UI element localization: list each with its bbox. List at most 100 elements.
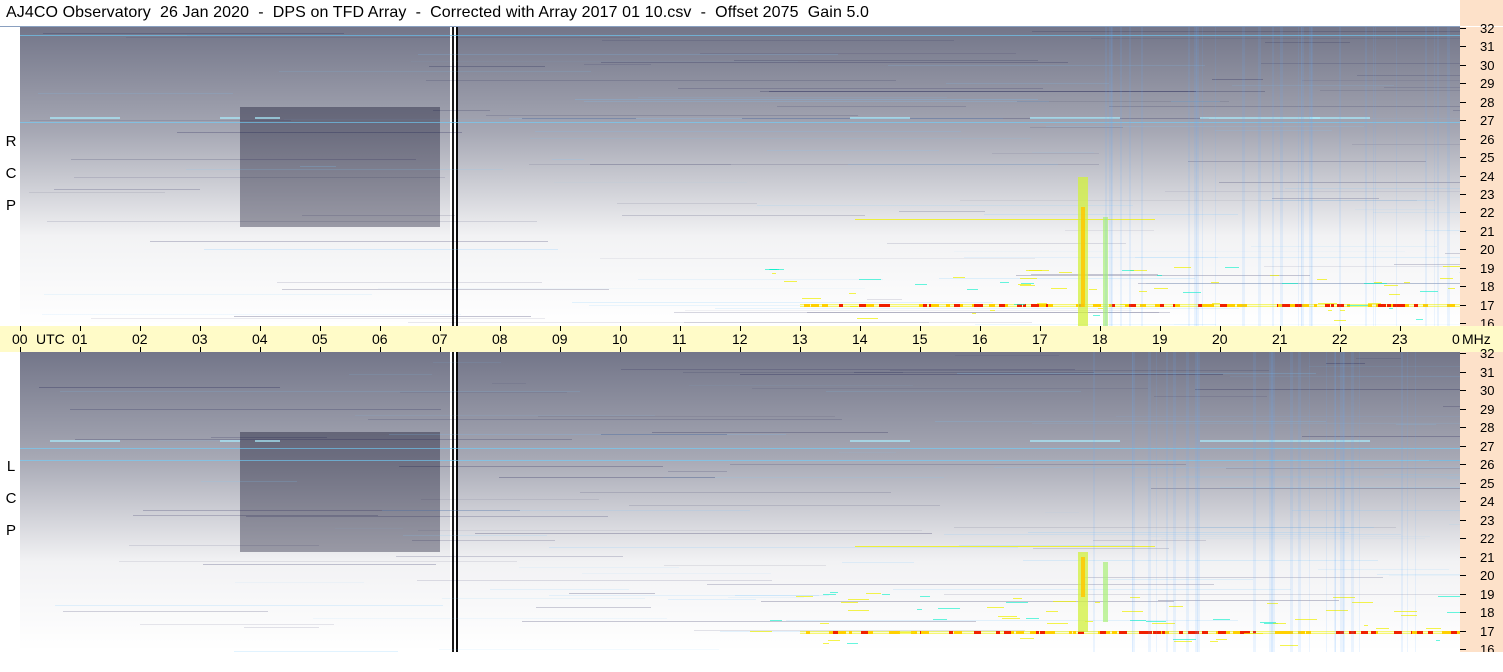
rfi-streak bbox=[486, 115, 858, 116]
signal-spot bbox=[220, 117, 240, 119]
rfi-streak bbox=[75, 439, 572, 440]
noise-storm-dot bbox=[859, 304, 867, 307]
noise-dash bbox=[1095, 602, 1100, 603]
rfi-streak bbox=[700, 53, 1016, 54]
rfi-streak bbox=[349, 374, 432, 375]
noise-storm-dot bbox=[822, 304, 828, 307]
rfi-streak bbox=[867, 299, 902, 300]
rfi-streak bbox=[429, 66, 545, 67]
column-striation bbox=[1326, 352, 1327, 652]
freq-tick bbox=[1460, 267, 1466, 269]
noise-storm-dot bbox=[1220, 304, 1227, 307]
time-label: 19 bbox=[1152, 331, 1168, 347]
noise-dash bbox=[823, 643, 829, 644]
rfi-streak bbox=[1158, 600, 1339, 601]
rfi-streak bbox=[1443, 406, 1460, 407]
freq-tick bbox=[1460, 120, 1466, 122]
rfi-streak bbox=[582, 573, 771, 574]
rfi-streak bbox=[638, 279, 883, 280]
time-label: 05 bbox=[312, 331, 328, 347]
freq-label: 24 bbox=[1480, 494, 1495, 509]
freq-tick bbox=[1460, 83, 1466, 85]
noise-dash bbox=[848, 610, 869, 611]
rfi-streak bbox=[368, 419, 842, 420]
rfi-streak bbox=[617, 203, 757, 204]
rfi-streak bbox=[584, 64, 651, 65]
column-striation bbox=[1340, 352, 1343, 652]
rfi-streak bbox=[668, 471, 727, 472]
rfi-streak bbox=[1449, 524, 1460, 525]
signal-spot bbox=[1200, 440, 1320, 442]
rfi-streak bbox=[399, 466, 663, 467]
rfi-streak bbox=[946, 83, 1109, 84]
noise-dash bbox=[857, 318, 878, 319]
noise-storm-dot bbox=[1412, 631, 1417, 634]
rfi-streak bbox=[1130, 477, 1460, 478]
rfi-streak bbox=[1135, 257, 1460, 258]
noise-dash bbox=[849, 293, 856, 294]
rfi-streak bbox=[60, 391, 580, 392]
rfi-streak bbox=[42, 314, 461, 315]
noise-dash bbox=[1093, 315, 1100, 316]
rfi-streak bbox=[1091, 38, 1460, 39]
column-striation bbox=[1258, 27, 1261, 326]
rfi-streak bbox=[71, 159, 416, 160]
freq-label: 25 bbox=[1480, 150, 1495, 166]
noise-dash bbox=[847, 643, 858, 644]
time-label: 18 bbox=[1092, 331, 1108, 347]
noise-storm-dot bbox=[1069, 631, 1072, 634]
rfi-streak bbox=[575, 99, 1038, 100]
noise-storm-dot bbox=[1445, 631, 1451, 634]
dark-region bbox=[240, 107, 440, 227]
time-label: 06 bbox=[372, 331, 388, 347]
noise-storm-dot bbox=[1284, 631, 1290, 634]
freq-label: 19 bbox=[1480, 260, 1495, 276]
time-label: 09 bbox=[552, 331, 568, 347]
lcp-letter-p: P bbox=[5, 522, 16, 539]
rfi-streak bbox=[1377, 574, 1460, 575]
freq-label: 20 bbox=[1480, 242, 1495, 258]
noise-storm-dot bbox=[1155, 304, 1160, 307]
noise-dash bbox=[1225, 267, 1239, 268]
rfi-streak bbox=[1453, 110, 1460, 111]
noise-dash bbox=[1020, 638, 1034, 639]
noise-dash bbox=[1347, 305, 1368, 306]
rfi-streak bbox=[1384, 474, 1460, 475]
column-striation bbox=[1407, 352, 1408, 652]
noise-dash bbox=[917, 609, 922, 610]
time-label: 03 bbox=[192, 331, 208, 347]
freq-label: 28 bbox=[1480, 420, 1495, 435]
freq-label: 30 bbox=[1480, 57, 1495, 73]
rfi-streak bbox=[957, 373, 1316, 374]
column-striation bbox=[1148, 352, 1151, 652]
signal-spot bbox=[255, 440, 280, 442]
noise-dash bbox=[823, 594, 836, 595]
noise-storm-dot bbox=[1093, 304, 1101, 307]
rfi-streak bbox=[1265, 42, 1350, 43]
noise-dash bbox=[1037, 303, 1047, 304]
bottom-margin bbox=[0, 652, 1503, 672]
freq-label: 23 bbox=[1480, 186, 1495, 202]
rfi-streak bbox=[1309, 366, 1460, 367]
noise-dash bbox=[820, 623, 829, 624]
column-striation bbox=[1301, 27, 1304, 326]
column-striation bbox=[1188, 27, 1190, 326]
noise-dash bbox=[772, 273, 776, 274]
noise-dash bbox=[1280, 645, 1298, 646]
freq-label: 26 bbox=[1480, 457, 1495, 472]
noise-storm-dot bbox=[833, 631, 838, 634]
noise-storm-dot bbox=[1045, 631, 1052, 634]
noise-dash bbox=[1021, 283, 1034, 284]
carrier-line bbox=[20, 448, 1460, 449]
noise-storm-dot bbox=[1175, 304, 1180, 307]
rfi-streak bbox=[899, 211, 985, 212]
column-striation bbox=[1141, 27, 1143, 326]
noise-dash bbox=[796, 596, 813, 597]
noise-storm-dot bbox=[814, 304, 818, 307]
noise-dash bbox=[850, 306, 858, 307]
rfi-streak bbox=[400, 392, 567, 393]
rfi-streak bbox=[411, 61, 798, 62]
noise-dash bbox=[1020, 278, 1037, 279]
column-striation bbox=[1280, 27, 1283, 326]
column-striation bbox=[1197, 352, 1198, 652]
